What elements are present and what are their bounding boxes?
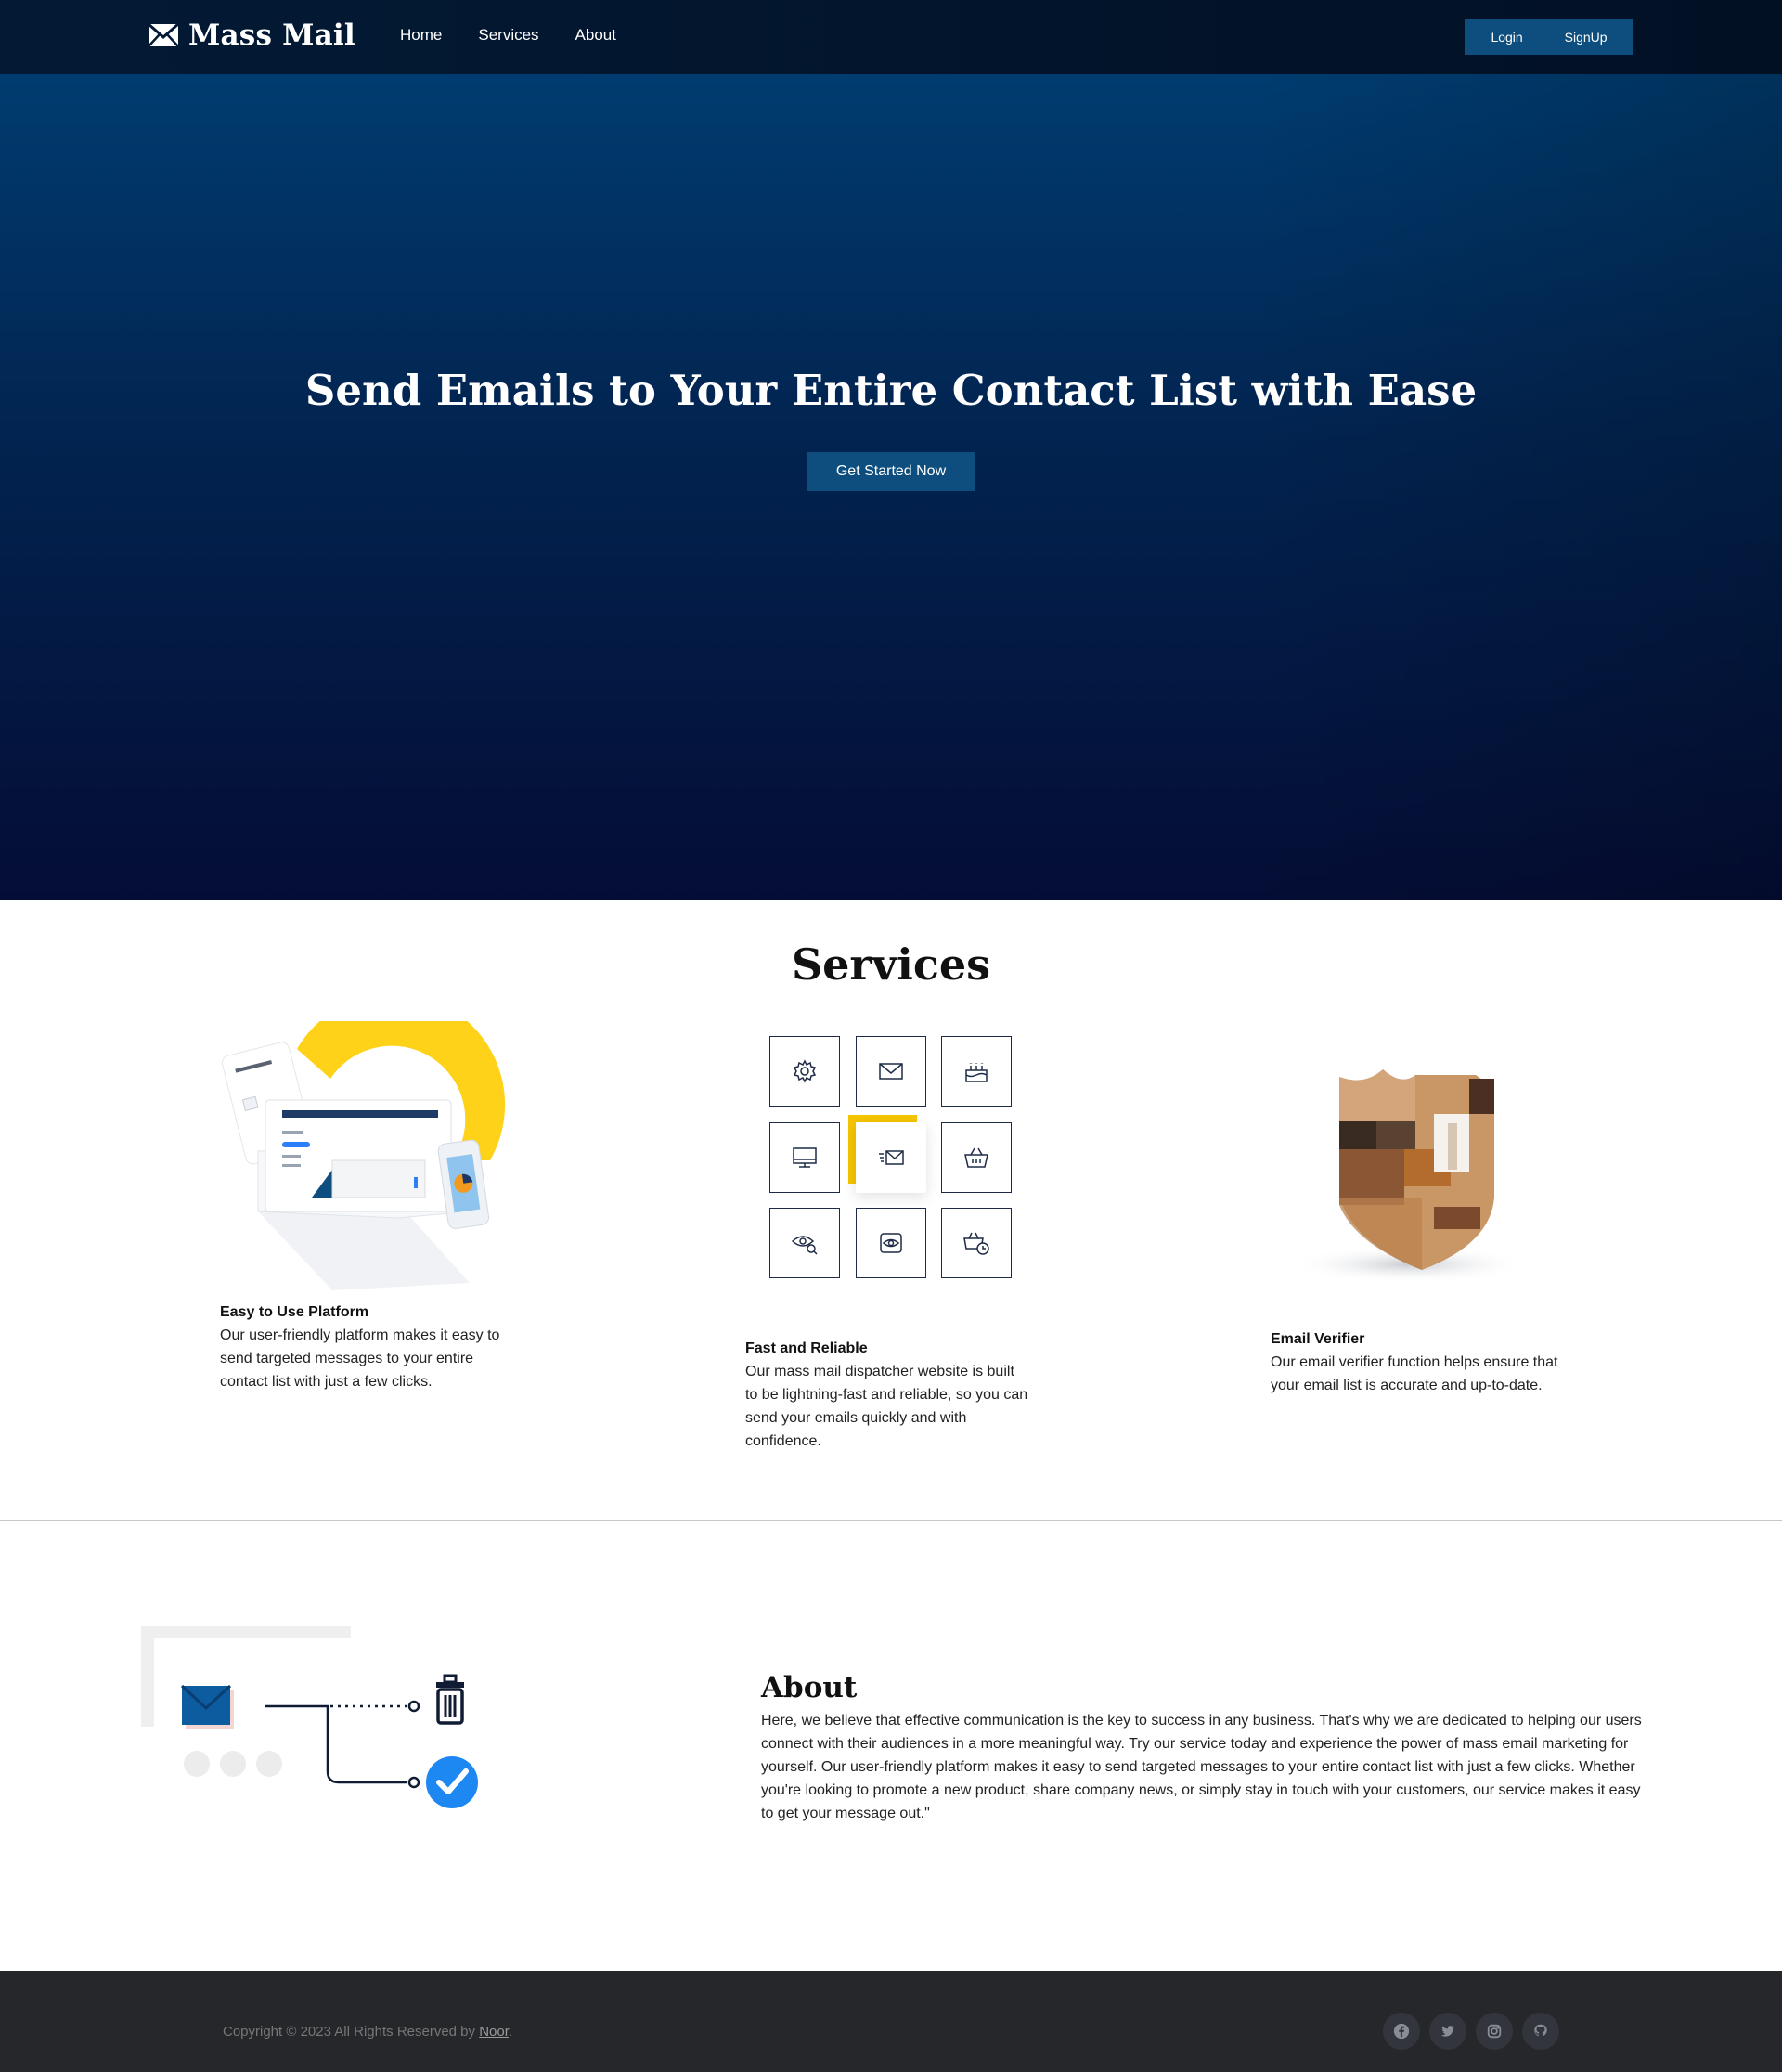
envelope-icon: [879, 1063, 903, 1080]
nav-services-link[interactable]: Services: [478, 26, 538, 45]
grid-cell: [856, 1036, 926, 1107]
service-description: Our email verifier function helps ensure…: [1271, 1354, 1558, 1393]
get-started-button[interactable]: Get Started Now: [807, 452, 975, 491]
services-title: Services: [791, 939, 991, 990]
grid-cell: [769, 1208, 840, 1278]
github-link[interactable]: [1522, 2013, 1559, 2050]
section-divider: [0, 1520, 1782, 1521]
twitter-icon: [1440, 2026, 1455, 2037]
platform-illustration: [221, 1021, 505, 1290]
brand-logo[interactable]: Mass Mail: [148, 19, 355, 52]
service-title: Fast and Reliable: [745, 1340, 868, 1356]
trash-icon: [436, 1674, 464, 1725]
gear-icon: [793, 1059, 817, 1083]
sending-envelope-icon: [879, 1150, 904, 1165]
github-icon: [1534, 2024, 1547, 2037]
service-title: Easy to Use Platform: [220, 1304, 369, 1320]
signup-button[interactable]: SignUp: [1565, 30, 1608, 45]
brand-name: Mass Mail: [188, 19, 355, 52]
about-title: About: [761, 1671, 858, 1704]
about-illustration: [141, 1626, 478, 1808]
nav-about-link[interactable]: About: [575, 26, 616, 45]
author-link[interactable]: Noor: [479, 2024, 509, 2040]
facebook-icon: [1393, 2023, 1410, 2040]
auth-buttons: Login SignUp: [1465, 19, 1634, 55]
check-circle-icon: [426, 1756, 478, 1808]
hero-title: Send Emails to Your Entire Contact List …: [304, 366, 1478, 415]
navbar: Mass Mail Home Services About Login Sign…: [0, 0, 1782, 74]
facebook-link[interactable]: [1383, 2013, 1420, 2050]
eye-icon: [880, 1233, 902, 1253]
service-title: Email Verifier: [1271, 1331, 1365, 1347]
basket-icon: [964, 1147, 988, 1168]
cake-icon: [965, 1063, 988, 1082]
grid-cell: [941, 1036, 1012, 1107]
about-text: Here, we believe that effective communic…: [761, 1713, 1642, 1821]
login-button[interactable]: Login: [1491, 30, 1522, 45]
eye-search-icon: [791, 1236, 818, 1255]
shield-illustration: [1288, 1069, 1530, 1283]
basket-clock-icon: [963, 1232, 989, 1255]
envelope-icon: [148, 23, 179, 47]
grid-cell: [941, 1208, 1012, 1278]
copyright-suffix: .: [508, 2024, 513, 2040]
instagram-icon: [1487, 2024, 1502, 2039]
twitter-link[interactable]: [1429, 2013, 1466, 2050]
grid-cell: [856, 1208, 926, 1278]
grid-cell-active: [856, 1122, 926, 1193]
copyright: Copyright © 2023 All Rights Reserved by …: [223, 2024, 512, 2040]
nav-links: Home Services About: [400, 26, 616, 45]
service-description: Our mass mail dispatcher website is buil…: [745, 1364, 1028, 1449]
instagram-link[interactable]: [1476, 2013, 1513, 2050]
nav-home-link[interactable]: Home: [400, 26, 442, 45]
service-description: Our user-friendly platform makes it easy…: [220, 1327, 500, 1390]
footer: Copyright © 2023 All Rights Reserved by …: [0, 1971, 1782, 2072]
copyright-text: Copyright © 2023 All Rights Reserved by: [223, 2024, 480, 2040]
monitor-icon: [793, 1147, 817, 1168]
hero-section: Send Emails to Your Entire Contact List …: [0, 74, 1782, 900]
grid-cell: [769, 1122, 840, 1193]
service-icon-grid: [769, 1036, 1013, 1279]
grid-cell: [769, 1036, 840, 1107]
grid-cell: [941, 1122, 1012, 1193]
